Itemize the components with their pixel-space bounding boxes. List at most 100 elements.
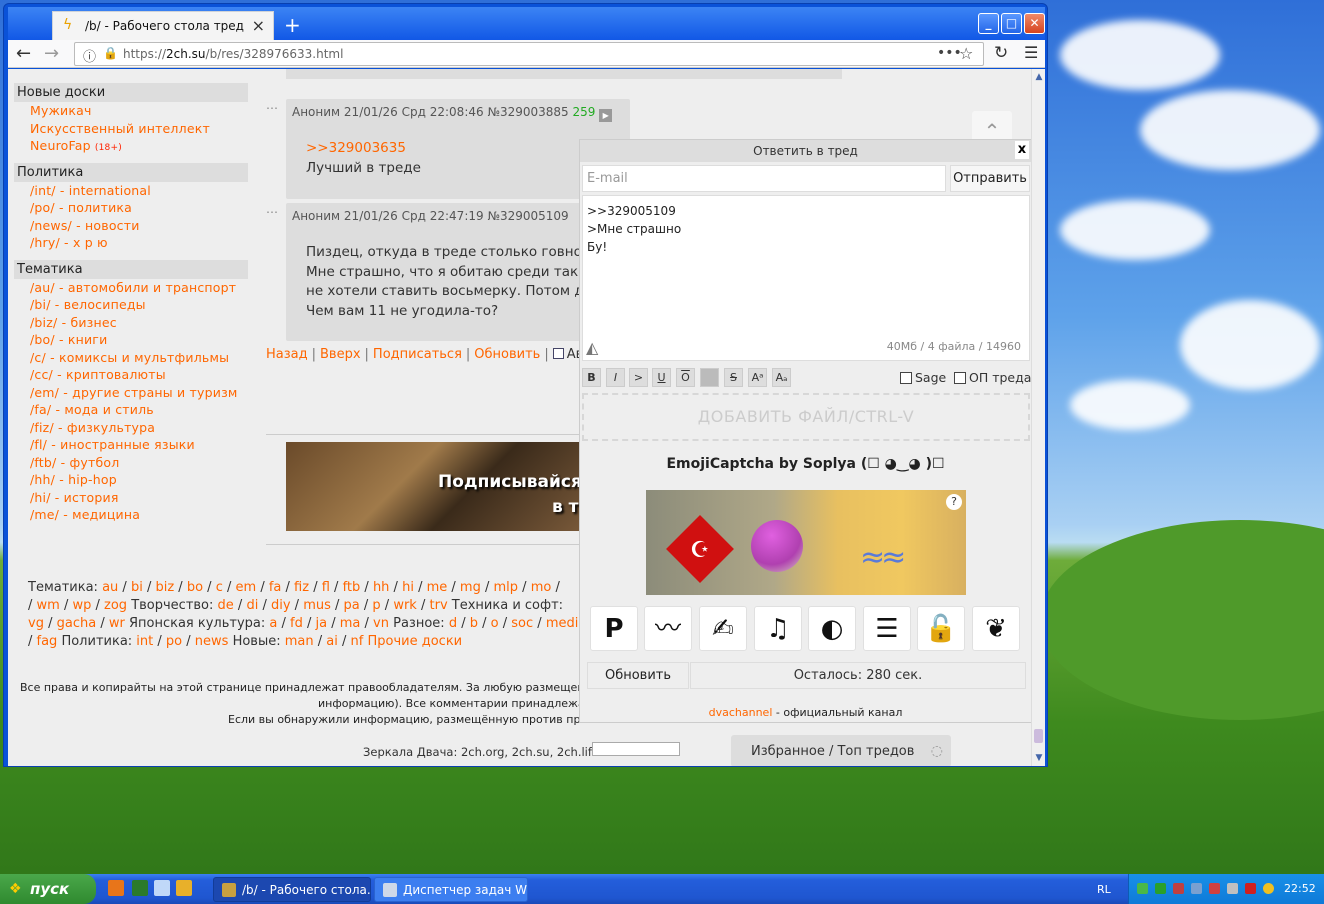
- board-link[interactable]: ai: [326, 634, 338, 649]
- sidebar-item[interactable]: /me/ - медицина: [30, 506, 248, 524]
- bold-button[interactable]: B: [582, 368, 601, 387]
- board-link[interactable]: au: [102, 580, 118, 595]
- tray-icon[interactable]: [1263, 883, 1274, 894]
- board-link[interactable]: nf: [351, 634, 364, 649]
- emoji-bacon-button[interactable]: 〰: [644, 606, 692, 651]
- board-link[interactable]: hi: [402, 580, 414, 595]
- sidebar-item[interactable]: /ftb/ - футбол: [30, 454, 248, 472]
- board-link[interactable]: hh: [373, 580, 389, 595]
- board-link[interactable]: o: [491, 616, 499, 631]
- sidebar-item-int[interactable]: /int/ - international: [30, 182, 248, 200]
- emoji-leaf-button[interactable]: ❦: [972, 606, 1020, 651]
- board-link[interactable]: c: [216, 580, 223, 595]
- taskbar-item-browser[interactable]: /b/ - Рабочего стола...: [213, 877, 371, 902]
- close-tab-icon[interactable]: ×: [252, 16, 265, 35]
- tray-icon[interactable]: [1173, 883, 1184, 894]
- add-file-dropzone[interactable]: ДОБАВИТЬ ФАЙЛ/CTRL-V: [582, 393, 1030, 441]
- sidebar-item[interactable]: /fl/ - иностранные языки: [30, 436, 248, 454]
- start-button[interactable]: ❖ пуск: [0, 874, 96, 904]
- emoji-sign-button[interactable]: ✍: [699, 606, 747, 651]
- sidebar-item[interactable]: /fa/ - мода и стиль: [30, 401, 248, 419]
- sidebar-item[interactable]: /hi/ - история: [30, 489, 248, 507]
- reply-link[interactable]: >>329003635: [306, 139, 406, 159]
- board-link[interactable]: mus: [303, 598, 331, 613]
- sidebar-item[interactable]: /biz/ - бизнес: [30, 314, 248, 332]
- forward-icon[interactable]: →: [44, 43, 59, 64]
- language-indicator[interactable]: RL: [1097, 883, 1111, 896]
- captcha-refresh-button[interactable]: Обновить: [587, 662, 689, 689]
- message-textarea[interactable]: >>329005109 >Мне страшно Бу! 40Мб / 4 фай…: [582, 195, 1030, 361]
- top-link[interactable]: Вверх: [320, 347, 361, 362]
- strike-button[interactable]: S: [724, 368, 743, 387]
- tray-icon[interactable]: [1137, 883, 1148, 894]
- post-menu-icon[interactable]: ⋯: [266, 101, 278, 115]
- minimize-button[interactable]: _: [978, 13, 999, 34]
- tray-icon[interactable]: [1227, 883, 1238, 894]
- sidebar-item-neurofap[interactable]: NeuroFap (18+): [30, 137, 248, 155]
- board-link[interactable]: wr: [109, 616, 125, 631]
- maximize-button[interactable]: □: [1001, 13, 1022, 34]
- superscript-button[interactable]: Aᵃ: [748, 368, 767, 387]
- board-link[interactable]: po: [166, 634, 182, 649]
- sidebar-item[interactable]: /em/ - другие страны и туризм: [30, 384, 248, 402]
- emoji-moon-button[interactable]: ◐: [808, 606, 856, 651]
- board-link[interactable]: wp: [72, 598, 91, 613]
- mirrors-input[interactable]: [592, 742, 680, 756]
- scroll-thumb[interactable]: [1034, 729, 1043, 743]
- italic-button[interactable]: I: [606, 368, 625, 387]
- sidebar-item-hry[interactable]: /hry/ - х р ю: [30, 234, 248, 252]
- board-link[interactable]: d: [449, 616, 457, 631]
- drawing-icon[interactable]: ◭: [586, 339, 598, 357]
- email-field[interactable]: E-mail: [582, 165, 946, 192]
- sidebar-item[interactable]: /c/ - комиксы и мультфильмы: [30, 349, 248, 367]
- sidebar-item-ai[interactable]: Искусственный интеллект: [30, 120, 248, 138]
- board-link[interactable]: mg: [460, 580, 481, 595]
- board-link[interactable]: ja: [316, 616, 328, 631]
- board-link[interactable]: b: [470, 616, 478, 631]
- board-link[interactable]: bi: [131, 580, 143, 595]
- help-icon[interactable]: ?: [946, 494, 962, 510]
- scroll-up-arrow-icon[interactable]: ▲: [1033, 71, 1045, 83]
- close-window-button[interactable]: ✕: [1024, 13, 1045, 34]
- vertical-scrollbar[interactable]: ▲ ▼: [1031, 69, 1045, 766]
- board-link[interactable]: news: [195, 634, 229, 649]
- quote-button[interactable]: >: [629, 368, 648, 387]
- favorites-button[interactable]: Избранное / Топ тредов ◌: [731, 735, 951, 766]
- sidebar-item[interactable]: /au/ - автомобили и транспорт: [30, 279, 248, 297]
- info-icon[interactable]: ⓘ: [83, 46, 96, 65]
- board-link[interactable]: soc: [511, 616, 533, 631]
- board-link[interactable]: ma: [340, 616, 361, 631]
- address-bar[interactable]: ⓘ 🔒 https://2ch.su/b/res/328976633.html …: [74, 42, 984, 66]
- board-link[interactable]: vg: [28, 616, 44, 631]
- send-button[interactable]: Отправить: [950, 165, 1030, 192]
- board-link[interactable]: mlp: [494, 580, 519, 595]
- new-tab-button[interactable]: +: [284, 13, 301, 37]
- refresh-link[interactable]: Обновить: [474, 347, 540, 362]
- sidebar-item-po[interactable]: /po/ - политика: [30, 199, 248, 217]
- ie-icon[interactable]: [154, 880, 170, 896]
- back-icon[interactable]: ←: [16, 43, 31, 64]
- sidebar-item[interactable]: /hh/ - hip-hop: [30, 471, 248, 489]
- board-link[interactable]: vn: [373, 616, 389, 631]
- board-link[interactable]: biz: [155, 580, 174, 595]
- board-link[interactable]: p: [372, 598, 380, 613]
- board-link[interactable]: gacha: [57, 616, 97, 631]
- other-boards-link[interactable]: Прочие доски: [367, 634, 462, 649]
- channel-link[interactable]: dvachannel: [709, 706, 773, 719]
- board-link[interactable]: diy: [271, 598, 291, 613]
- board-link[interactable]: mo: [531, 580, 552, 595]
- board-link[interactable]: fag: [37, 634, 58, 649]
- browser-tab[interactable]: ϟ /b/ - Рабочего стола тред ×: [52, 11, 274, 40]
- board-link[interactable]: ftb: [343, 580, 361, 595]
- tray-icon[interactable]: [1209, 883, 1220, 894]
- board-link[interactable]: me: [427, 580, 448, 595]
- board-link[interactable]: di: [246, 598, 258, 613]
- back-link[interactable]: Назад: [266, 347, 308, 362]
- board-link[interactable]: fa: [269, 580, 282, 595]
- subscript-button[interactable]: Aₐ: [772, 368, 791, 387]
- ati-icon[interactable]: [1245, 883, 1256, 894]
- sidebar-item-man[interactable]: Мужикач: [30, 102, 248, 120]
- emoji-p-button[interactable]: P: [590, 606, 638, 651]
- board-link[interactable]: zog: [104, 598, 127, 613]
- underline-button[interactable]: U: [652, 368, 671, 387]
